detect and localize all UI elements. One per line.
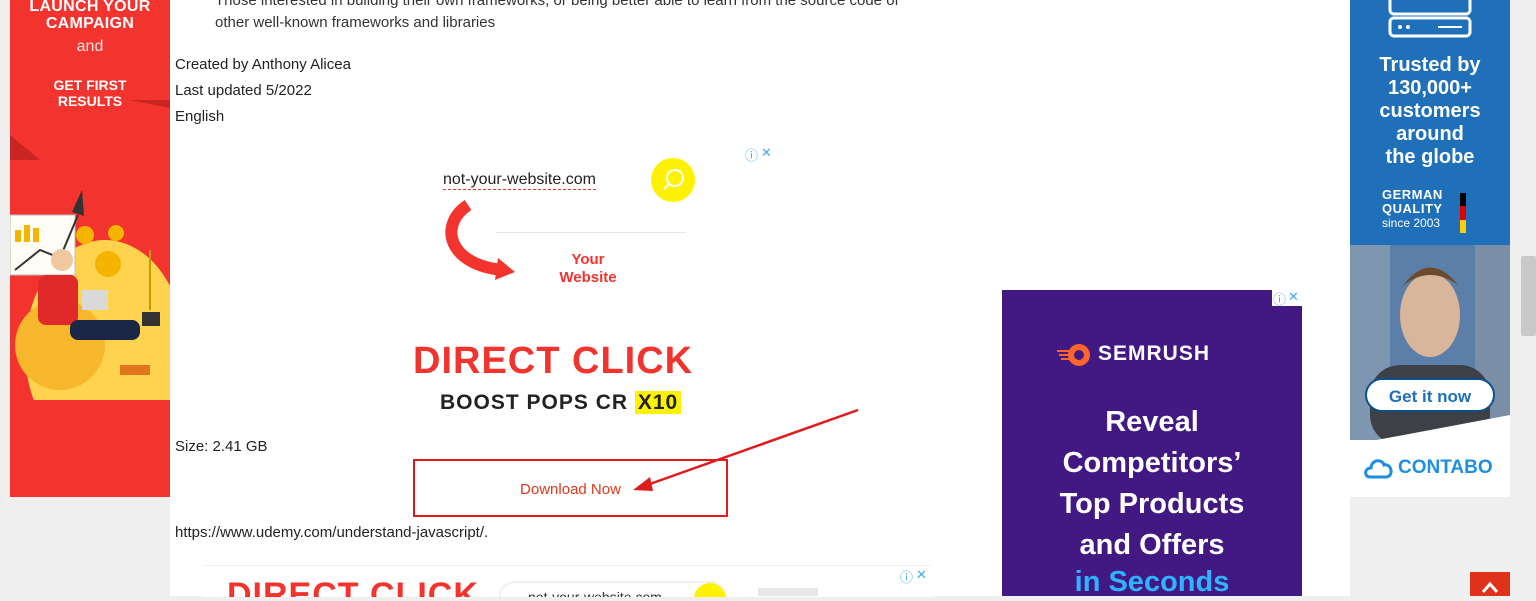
cloud-icon xyxy=(1364,459,1393,479)
back-to-top-button[interactable] xyxy=(1470,572,1510,596)
ad-info-icon: ⓘ xyxy=(1273,292,1287,307)
inline-banner-ad[interactable]: ⓘ ✕ not-your-website.com Your Website DI… xyxy=(413,145,778,435)
ad-choices-badge[interactable]: ⓘ ✕ xyxy=(1272,290,1302,307)
campaign-illustration xyxy=(10,100,170,400)
trusted-text: Trusted by 130,000+ customers around the… xyxy=(1379,54,1481,168)
ad-info-icon[interactable]: ⓘ xyxy=(900,567,913,586)
left-sidebar-ad[interactable]: LAUNCH YOUR CAMPAIGN and GET FIRST RESUL… xyxy=(10,0,170,497)
bottom-ad-headline: DIRECT CLICK xyxy=(227,576,479,597)
last-updated-text: Last updated 5/2022 xyxy=(175,82,312,99)
bottom-banner-ad[interactable]: DIRECT CLICK not-your-website.com ⓘ ✕ xyxy=(203,565,931,597)
semrush-accent-line: in Seconds xyxy=(1074,566,1230,596)
ad-divider xyxy=(496,232,686,233)
language-text: English xyxy=(175,108,225,125)
ad-close-icon[interactable]: ✕ xyxy=(916,567,927,583)
created-by-text: Created by Anthony Alicea xyxy=(175,56,351,73)
article-text-line: other well-known frameworks and librarie… xyxy=(215,14,496,31)
semrush-ad[interactable]: ⓘ ✕ SEMRUSH Reveal Competitors’ Top Prod… xyxy=(1002,290,1302,596)
arrow-up-icon xyxy=(1481,581,1499,593)
left-ad-and: and xyxy=(76,38,104,55)
ad-close-icon[interactable]: ✕ xyxy=(761,145,772,161)
bottom-ad-bar xyxy=(758,588,818,596)
article-text-line: Those interested in building their own f… xyxy=(215,0,899,9)
course-url-link[interactable]: https://www.udemy.com/understand-javascr… xyxy=(175,524,488,541)
german-quality-badge: GERMAN QUALITY since 2003 xyxy=(1382,187,1443,231)
contabo-brand: CONTABO xyxy=(1398,457,1493,478)
bottom-ad-search-box: not-your-website.com xyxy=(500,583,725,597)
semrush-logo-icon xyxy=(1057,344,1090,366)
german-flag-icon xyxy=(1460,193,1466,233)
get-it-now-button[interactable]: Get it now xyxy=(1365,378,1495,412)
file-size-text: Size: 2.41 GB xyxy=(175,438,268,455)
curved-arrow-icon xyxy=(445,200,515,280)
ad-headline: DIRECT CLICK xyxy=(413,340,694,382)
ad-domain-text: not-your-website.com xyxy=(443,171,596,190)
semrush-brand: SEMRUSH xyxy=(1098,342,1211,365)
left-ad-headline: LAUNCH YOUR CAMPAIGN xyxy=(29,0,151,32)
your-website-label: Your Website xyxy=(559,251,617,286)
red-arrow-annotation xyxy=(633,408,859,491)
right-ad-divider-shape xyxy=(1350,415,1510,445)
search-icon xyxy=(651,158,695,202)
server-icon xyxy=(1388,0,1472,38)
semrush-headline: Reveal Competitors’ Top Products and Off… xyxy=(1059,406,1245,561)
ad-close-icon: ✕ xyxy=(1288,290,1299,304)
right-sidebar-ad[interactable]: Trusted by 130,000+ customers around the… xyxy=(1350,0,1510,497)
ad-info-icon[interactable]: ⓘ xyxy=(745,145,758,164)
page-scrollbar-thumb[interactable] xyxy=(1521,256,1536,336)
